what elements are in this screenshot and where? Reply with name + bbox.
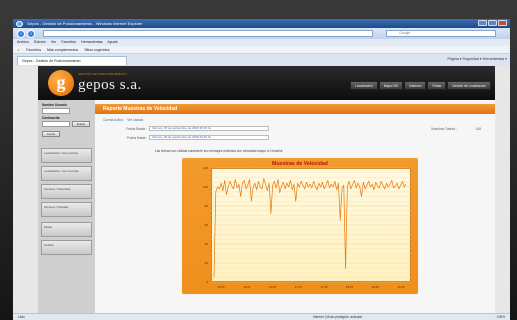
y-tick-label: 100	[203, 185, 208, 189]
maximize-button[interactable]	[488, 20, 497, 26]
status-text: Listo	[18, 315, 25, 319]
y-tick-label: 80	[205, 204, 209, 208]
site-nav: Localización Mapa GIS Informes Flotas Ge…	[350, 81, 491, 90]
address-bar: ‹ › Google	[13, 28, 510, 39]
ie-logo-icon	[16, 20, 23, 27]
favorites-item[interactable]: Sitios sugeridos	[84, 48, 109, 52]
nav-item[interactable]: Localización	[350, 81, 378, 90]
to-label: Fecha Hasta :	[127, 136, 147, 140]
main-content: Reporte Muestras de Velocidad Cuenta Act…	[95, 100, 495, 313]
security-zone[interactable]: Internet | Modo protegido: activado	[313, 314, 362, 320]
x-tick-label: 16:15	[243, 285, 250, 289]
info-note: Las fechas son válidas solamente los men…	[155, 149, 283, 153]
to-date-field[interactable]: Viernes, 05 de septiembre de 2008 20:45 …	[149, 135, 269, 140]
speed-chart: 0 20 40 60 80 100 120 15:45 16:15 16:45 17:15 17:45…	[182, 158, 418, 294]
breadcrumb-item[interactable]: Cuenta Activa :	[103, 118, 124, 122]
chart-svg: 02040608010012015:45 16:15 16:45 17:15 17:45…	[203, 166, 411, 289]
samples-value: 168	[475, 127, 481, 131]
chart-title: Muestras de Velocidad	[272, 161, 328, 167]
x-tick-label: 19:15	[398, 285, 405, 289]
sidebar-link[interactable]: Informes / Paradas	[41, 202, 92, 217]
menu-item-archivo[interactable]: Archivo	[17, 40, 29, 44]
sidebar-link[interactable]: Informes / Velocidad	[41, 184, 92, 199]
favorites-item[interactable]: Más complementos	[47, 48, 78, 52]
sidebar-link[interactable]: Localización / Ver posición	[41, 148, 92, 163]
forward-arrow-icon[interactable]: ›	[27, 29, 35, 38]
from-label: Fecha Desde :	[126, 127, 147, 131]
y-tick-label: 20	[205, 261, 209, 265]
menu-item-edicion[interactable]: Edición	[34, 40, 46, 44]
logout-button[interactable]: Cerrar	[42, 131, 60, 137]
y-tick-label: 0	[206, 280, 208, 284]
x-tick-label: 18:15	[346, 285, 353, 289]
brand-tagline: GESTIÓN DE POSICIONAMIENTO	[78, 73, 127, 76]
favorites-label[interactable]: Favoritos	[26, 48, 41, 52]
menu-item-favoritos[interactable]: Favoritos	[61, 40, 76, 44]
window-title-bar: Gepos - Gestión de Posicionamiento - Win…	[13, 19, 510, 28]
search-input[interactable]: Google	[386, 30, 496, 37]
tab-strip: Gepos - Gestión de Posicionamiento Págin…	[13, 54, 510, 66]
favorites-bar: ★ Favoritos Más complementos Sitios suge…	[13, 46, 510, 54]
star-icon[interactable]: ★	[17, 48, 20, 52]
to-row: Fecha Hasta : Viernes, 05 de septiembre …	[103, 135, 487, 141]
menu-item-ver[interactable]: Ver	[51, 40, 56, 44]
sidebar: Nombre Usuario Contraseña Entrar Cerrar …	[38, 100, 95, 313]
login-button[interactable]: Entrar	[72, 121, 90, 127]
samples-label: Muestras Totales :	[431, 127, 457, 131]
command-bar[interactable]: Página ▾ Seguridad ▾ Herramientas ▾	[447, 57, 507, 61]
x-tick-label: 17:15	[295, 285, 302, 289]
browser-window: Gepos - Gestión de Posicionamiento - Win…	[13, 19, 510, 320]
menu-item-ayuda[interactable]: Ayuda	[107, 40, 117, 44]
web-page: g GESTIÓN DE POSICIONAMIENTO gepos s.a. …	[13, 66, 510, 313]
password-field[interactable]	[42, 121, 70, 127]
menu-bar: Archivo Edición Ver Favoritos Herramient…	[13, 39, 510, 46]
x-tick-label: 16:45	[269, 285, 276, 289]
nav-item[interactable]: Informes	[404, 81, 427, 90]
sidebar-link[interactable]: Gestión	[41, 240, 92, 255]
page-title: Reporte Muestras de Velocidad	[95, 104, 495, 114]
zoom-level[interactable]: 100%	[497, 314, 505, 320]
breadcrumb: Cuenta Activa : · Ver Listado	[103, 118, 144, 122]
sidebar-link[interactable]: Flotas	[41, 222, 92, 237]
nav-item[interactable]: Flotas	[427, 81, 447, 90]
window-controls	[478, 20, 507, 26]
tab-gepos[interactable]: Gepos - Gestión de Posicionamiento	[17, 56, 127, 65]
x-tick-label: 17:45	[320, 285, 327, 289]
y-tick-label: 40	[205, 242, 209, 246]
minimize-button[interactable]	[478, 20, 487, 26]
window-title: Gepos - Gestión de Posicionamiento - Win…	[27, 21, 143, 26]
user-label: Nombre Usuario	[42, 103, 67, 107]
password-label: Contraseña	[42, 116, 60, 120]
from-row: Fecha Desde : Viernes, 05 de septiembre …	[103, 126, 487, 132]
close-button[interactable]	[498, 20, 507, 26]
speed-series-line	[213, 178, 407, 278]
nav-item[interactable]: Mapa GIS	[378, 81, 404, 90]
nav-item[interactable]: Gestión de Localización	[447, 81, 491, 90]
gepos-logo: g	[48, 70, 74, 96]
from-date-field[interactable]: Viernes, 05 de septiembre de 2008 15:45 …	[149, 126, 269, 131]
y-tick-label: 60	[205, 223, 209, 227]
breadcrumb-item[interactable]: Ver Listado	[127, 118, 143, 122]
url-input[interactable]	[43, 30, 373, 37]
sidebar-link[interactable]: Localización / Ver recorrido	[41, 166, 92, 181]
menu-item-herramientas[interactable]: Herramientas	[81, 40, 103, 44]
site-header: g GESTIÓN DE POSICIONAMIENTO gepos s.a. …	[38, 66, 495, 100]
back-arrow-icon[interactable]: ‹	[17, 29, 25, 38]
x-tick-label: 15:45	[218, 285, 225, 289]
user-field[interactable]	[42, 108, 70, 114]
x-tick-label: 18:45	[372, 285, 379, 289]
status-bar: Listo Internet | Modo protegido: activad…	[13, 313, 510, 320]
brand-name: gepos s.a.	[78, 77, 142, 93]
